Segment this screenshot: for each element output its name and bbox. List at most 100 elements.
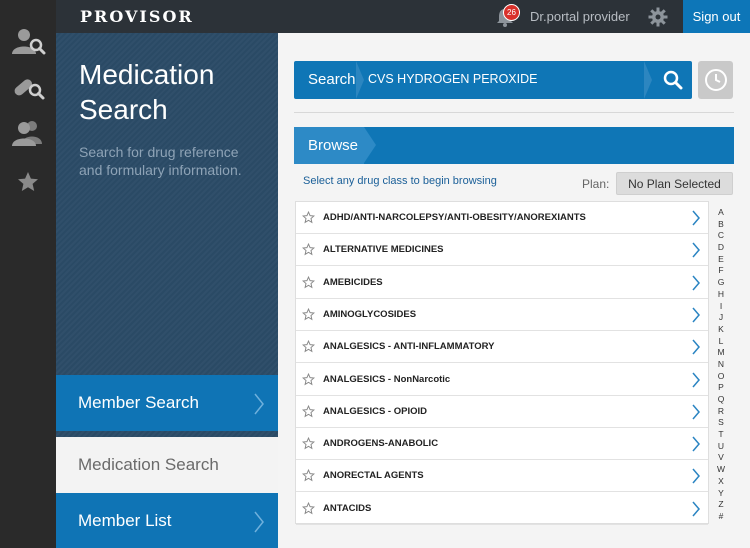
alphabet-index-letter[interactable]: T — [714, 429, 728, 441]
favorite-star-icon[interactable] — [302, 275, 315, 289]
drug-class-list: ADHD/ANTI-NARCOLEPSY/ANTI-OBESITY/ANOREX… — [295, 201, 709, 525]
plan-select-button[interactable]: No Plan Selected — [616, 172, 733, 195]
browse-tab-arrow — [364, 127, 376, 163]
alphabet-index-letter[interactable]: W — [714, 464, 728, 476]
nav-member-list[interactable]: Member List — [56, 493, 278, 548]
nav-member-search[interactable]: Member Search — [56, 375, 278, 431]
favorite-star-icon[interactable] — [302, 211, 315, 224]
drug-class-row[interactable]: AMEBICIDES — [296, 267, 708, 299]
browse-tab[interactable]: Browse — [294, 127, 364, 164]
alphabet-index-letter[interactable]: J — [714, 312, 728, 324]
brand-logo: PROVISOR — [80, 7, 194, 26]
nav-member-list-label: Member List — [78, 511, 172, 530]
drug-class-row[interactable]: ANALGESICS - NonNarcotic — [296, 364, 708, 396]
chevron-right-icon — [254, 393, 264, 415]
favorite-star-icon[interactable] — [302, 404, 315, 418]
drug-class-name: ANTACIDS — [323, 502, 372, 514]
drug-class-row[interactable]: ALTERNATIVE MEDICINES — [296, 234, 708, 267]
left-panel: Medication Search Search for drug refere… — [56, 33, 278, 548]
alphabet-index-letter[interactable]: G — [714, 277, 728, 289]
alphabet-index-letter[interactable]: L — [714, 336, 728, 348]
member-search-icon — [12, 29, 46, 55]
search-input[interactable]: CVS HYDROGEN PEROXIDE — [368, 72, 537, 86]
search-button[interactable] — [654, 61, 692, 99]
rail-member-list-button[interactable] — [0, 111, 56, 155]
rail-member-search-button[interactable] — [0, 19, 56, 63]
alphabet-index-letter[interactable]: H — [714, 289, 728, 301]
alphabet-index-letter[interactable]: D — [714, 242, 728, 254]
drug-class-name: ALTERNATIVE MEDICINES — [323, 244, 444, 256]
browse-header: Browse — [294, 127, 734, 164]
search-button-separator — [644, 61, 652, 99]
favorite-star-icon[interactable] — [302, 243, 315, 256]
chevron-right-icon — [692, 372, 700, 387]
rail-favorites-button[interactable] — [0, 160, 56, 204]
alphabet-index-letter[interactable]: S — [714, 417, 728, 429]
alphabet-index[interactable]: A B C D E F G H I J K L M N O P Q R S T U V W X Y Z # — [714, 207, 728, 523]
alphabet-index-letter[interactable]: N — [714, 359, 728, 371]
alphabet-index-letter[interactable]: B — [714, 219, 728, 231]
chevron-right-icon — [692, 501, 700, 517]
alphabet-index-letter[interactable]: Y — [714, 488, 728, 500]
alphabet-index-letter[interactable]: F — [714, 265, 728, 277]
search-label-arrow — [356, 61, 364, 99]
nav-medication-search-label: Medication Search — [78, 455, 219, 474]
drug-class-row[interactable]: ANDROGENS-ANABOLIC — [296, 428, 708, 461]
top-bar: PROVISOR 26 Dr.portal provider Sign out — [56, 0, 750, 33]
alphabet-index-letter[interactable]: R — [714, 406, 728, 418]
alphabet-index-letter[interactable]: O — [714, 371, 728, 383]
drug-class-name: ANALGESICS - NonNarcotic — [323, 373, 451, 385]
drug-class-row[interactable]: ANORECTAL AGENTS — [296, 460, 708, 493]
chevron-right-icon — [692, 339, 700, 355]
alphabet-index-letter[interactable]: A — [714, 207, 728, 219]
chevron-right-icon — [692, 468, 700, 484]
search-bar[interactable]: Search CVS HYDROGEN PEROXIDE — [294, 61, 692, 99]
drug-class-name: AMINOGLYCOSIDES — [323, 308, 417, 320]
alphabet-index-letter[interactable]: Q — [714, 394, 728, 406]
alphabet-index-letter[interactable]: I — [714, 301, 728, 313]
alphabet-index-letter[interactable]: # — [714, 511, 728, 523]
nav-medication-search[interactable]: Medication Search — [56, 437, 278, 493]
page-title-line-1: Medication — [79, 59, 215, 90]
search-history-button[interactable] — [698, 61, 733, 99]
alphabet-index-letter[interactable]: V — [714, 452, 728, 464]
favorite-star-icon[interactable] — [302, 307, 315, 321]
alphabet-index-letter[interactable]: M — [714, 347, 728, 359]
sign-out-button[interactable]: Sign out — [683, 0, 750, 33]
rail-medication-search-button[interactable] — [0, 66, 56, 110]
favorite-star-icon[interactable] — [302, 469, 315, 482]
favorite-star-icon[interactable] — [302, 372, 315, 386]
page-title: Medication Search — [79, 57, 214, 127]
favorite-star-icon[interactable] — [302, 340, 315, 353]
favorite-star-icon[interactable] — [302, 501, 315, 515]
alphabet-index-letter[interactable]: C — [714, 230, 728, 242]
drug-class-row[interactable]: ANALGESICS - ANTI-INFLAMMATORY — [296, 331, 708, 364]
drug-class-row[interactable]: ANALGESICS - OPIOID — [296, 396, 708, 428]
drug-class-row[interactable]: ADHD/ANTI-NARCOLEPSY/ANTI-OBESITY/ANOREX… — [296, 202, 708, 234]
alphabet-index-letter[interactable]: Z — [714, 499, 728, 511]
alphabet-index-letter[interactable]: K — [714, 324, 728, 336]
favorites-star-icon — [18, 172, 38, 191]
main-content: Search CVS HYDROGEN PEROXIDE Browse Sele… — [278, 33, 750, 548]
settings-gear-icon[interactable] — [648, 7, 668, 27]
nav-member-search-label: Member Search — [78, 393, 199, 412]
chevron-right-icon — [692, 210, 700, 226]
chevron-right-icon — [692, 404, 700, 420]
search-label: Search — [308, 71, 356, 88]
chevron-right-icon — [692, 307, 700, 323]
favorite-star-icon[interactable] — [302, 437, 315, 450]
browse-hint: Select any drug class to begin browsing — [303, 175, 497, 187]
drug-class-row[interactable]: AMINOGLYCOSIDES — [296, 299, 708, 331]
drug-class-row[interactable]: ANTACIDS — [296, 493, 708, 525]
drug-class-name: ANALGESICS - ANTI-INFLAMMATORY — [323, 341, 495, 353]
provider-name[interactable]: Dr.portal provider — [530, 9, 630, 24]
alphabet-index-letter[interactable]: P — [714, 382, 728, 394]
page-subtitle: Search for drug reference and formulary … — [79, 144, 242, 178]
plan-label: Plan: — [582, 177, 610, 191]
alphabet-index-letter[interactable]: U — [714, 441, 728, 453]
divider — [294, 112, 734, 113]
clock-icon — [704, 69, 727, 91]
alphabet-index-letter[interactable]: E — [714, 254, 728, 266]
page-title-line-2: Search — [79, 94, 168, 125]
alphabet-index-letter[interactable]: X — [714, 476, 728, 488]
